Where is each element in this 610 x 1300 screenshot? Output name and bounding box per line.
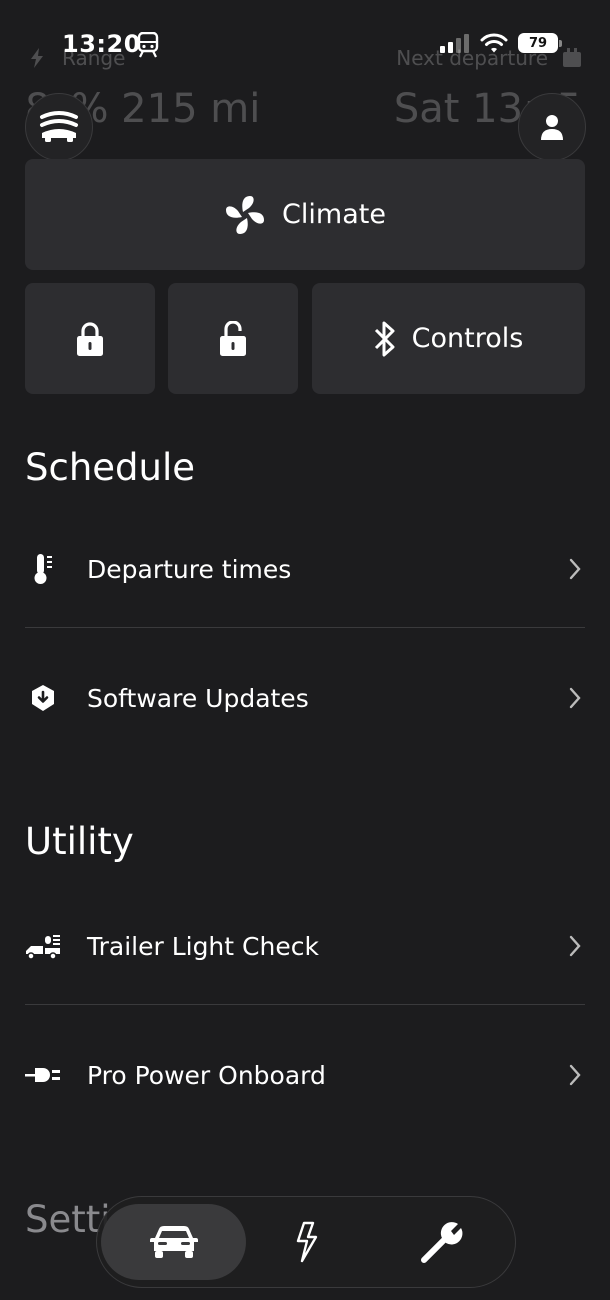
lock-button[interactable] <box>25 283 155 394</box>
chevron-right-icon <box>569 558 581 580</box>
chevron-right-icon <box>569 935 581 957</box>
schedule-title: Schedule <box>25 446 196 489</box>
unlock-icon <box>220 320 246 356</box>
train-icon <box>137 32 159 58</box>
climate-label: Climate <box>282 199 386 230</box>
trailer-light-check-row[interactable]: Trailer Light Check <box>25 906 585 986</box>
profile-button[interactable] <box>518 93 586 161</box>
bottom-tab-bar <box>96 1196 516 1288</box>
vehicle-stack-icon <box>40 111 78 142</box>
next-departure-label: Next departure <box>396 46 548 70</box>
lock-icon <box>77 321 103 356</box>
divider <box>25 1004 585 1005</box>
tab-charging[interactable] <box>257 1204 357 1280</box>
pro-power-onboard-label: Pro Power Onboard <box>87 1060 326 1090</box>
departure-times-row[interactable]: Departure times <box>25 529 585 609</box>
trailer-light-icon <box>26 935 60 960</box>
climate-button[interactable]: Climate <box>25 159 585 270</box>
utility-title: Utility <box>25 820 134 863</box>
divider <box>25 627 585 628</box>
pro-power-onboard-row[interactable]: Pro Power Onboard <box>25 1035 585 1115</box>
vehicle-menu-button[interactable] <box>25 93 93 161</box>
departure-times-label: Departure times <box>87 554 292 584</box>
tab-vehicle[interactable] <box>101 1204 246 1280</box>
calendar-icon <box>563 48 581 67</box>
thermometer-icon <box>34 554 52 584</box>
controls-button[interactable]: Controls <box>312 283 585 394</box>
software-updates-row[interactable]: Software Updates <box>25 658 585 738</box>
download-shield-icon <box>32 685 54 711</box>
trailer-light-check-label: Trailer Light Check <box>87 931 319 961</box>
bluetooth-icon <box>374 321 395 356</box>
tab-service[interactable] <box>387 1204 497 1280</box>
power-plug-icon <box>25 1068 60 1082</box>
unlock-button[interactable] <box>168 283 298 394</box>
car-icon <box>149 1226 198 1258</box>
software-updates-label: Software Updates <box>87 683 309 713</box>
range-label: Range <box>62 46 126 70</box>
controls-label: Controls <box>411 323 524 354</box>
fan-icon <box>226 195 265 234</box>
lightning-icon <box>296 1221 318 1263</box>
chevron-right-icon <box>569 1064 581 1086</box>
bolt-icon <box>31 48 43 68</box>
wrench-icon <box>421 1222 463 1263</box>
chevron-right-icon <box>569 687 581 709</box>
person-icon <box>541 115 563 140</box>
